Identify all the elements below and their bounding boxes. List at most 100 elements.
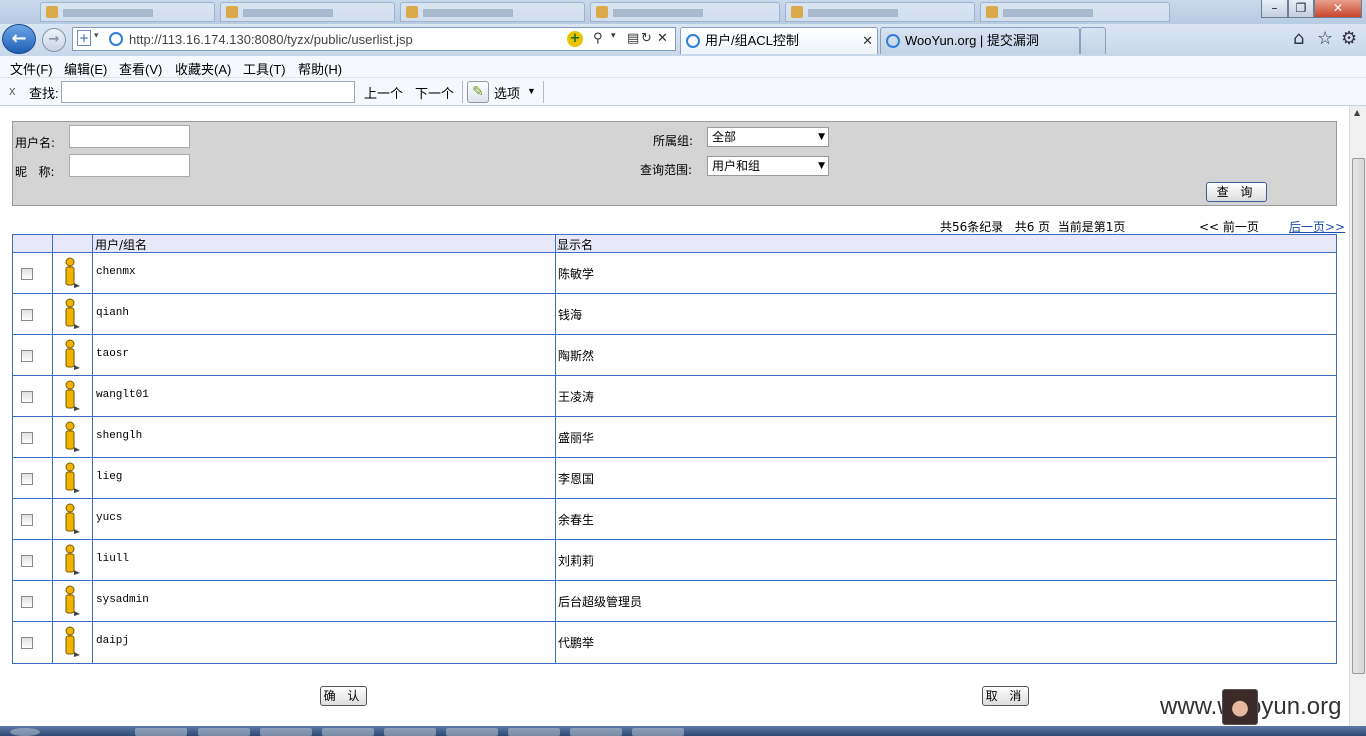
new-tab-button[interactable] (1080, 27, 1106, 54)
gear-icon[interactable]: ⚙ (1341, 28, 1357, 49)
user-table: 用户/组名 显示名 chenmx 陈敏学 qianh 钱海 taosr 陶斯然 wanglt… (12, 234, 1337, 664)
scroll-up-icon[interactable]: ▲ (1354, 108, 1360, 117)
chevron-down-icon: ▼ (818, 161, 825, 171)
group-select[interactable]: 全部 ▼ (707, 127, 829, 147)
scope-label: 查询范围: (640, 163, 693, 177)
favorites-star-icon[interactable]: ☆ (1317, 28, 1333, 49)
menu-tools[interactable]: 工具(T) (243, 59, 286, 78)
blurred-label (613, 9, 703, 17)
highlight-pencil-icon[interactable]: ✎ (467, 81, 489, 103)
background-window-tab[interactable] (400, 2, 585, 22)
tab-wooyun[interactable]: WooYun.org | 提交漏洞 (880, 27, 1080, 54)
row-checkbox[interactable] (21, 432, 33, 444)
user-icon (65, 503, 80, 534)
chevron-down-icon[interactable]: ▼ (527, 86, 536, 96)
maximize-button[interactable]: ❐ (1288, 0, 1314, 18)
compat-view-icon[interactable]: + (77, 30, 91, 46)
forward-button[interactable]: → (42, 28, 66, 52)
find-previous-button[interactable]: 上一个 (364, 83, 403, 102)
refresh-icon[interactable]: ↻ (641, 31, 652, 46)
column-header-display: 显示名 (557, 238, 594, 252)
blurred-label (243, 9, 333, 17)
scrollbar-thumb[interactable] (1352, 158, 1365, 674)
vertical-scrollbar[interactable]: ▲ (1349, 106, 1366, 726)
back-button[interactable]: ← (2, 24, 36, 54)
taskbar-item[interactable] (198, 728, 250, 736)
taskbar-item[interactable] (570, 728, 622, 736)
find-next-button[interactable]: 下一个 (415, 83, 454, 102)
previous-page-link[interactable]: << 前一页 (1199, 218, 1259, 235)
table-row: qianh 钱海 (13, 294, 1336, 335)
row-checkbox[interactable] (21, 350, 33, 362)
close-find-icon[interactable]: x (9, 83, 16, 98)
row-checkbox[interactable] (21, 555, 33, 567)
background-window-tab[interactable] (980, 2, 1170, 22)
tab-acl-control[interactable]: 用户/组ACL控制 ✕ (680, 27, 878, 54)
row-checkbox[interactable] (21, 596, 33, 608)
display-name: 陈敏学 (558, 267, 595, 281)
arrow-left-icon: ← (11, 28, 27, 49)
page-icon (406, 6, 418, 18)
url-text[interactable]: http://113.16.174.130:8080/tyzx/public/u… (129, 32, 413, 47)
home-icon[interactable]: ⌂ (1293, 28, 1304, 49)
ie-page-icon (109, 32, 123, 46)
taskbar-item[interactable] (384, 728, 436, 736)
menu-favorites[interactable]: 收藏夹(A) (175, 59, 231, 78)
row-checkbox[interactable] (21, 473, 33, 485)
row-checkbox[interactable] (21, 268, 33, 280)
table-row: lieg 李恩国 (13, 458, 1336, 499)
url-box[interactable]: + ▾ http://113.16.174.130:8080/tyzx/publ… (72, 27, 676, 51)
table-row: taosr 陶斯然 (13, 335, 1336, 376)
username-label: 用户名: (15, 136, 56, 150)
background-window-tab[interactable] (220, 2, 395, 22)
taskbar-item[interactable] (322, 728, 374, 736)
taskbar-item[interactable] (260, 728, 312, 736)
table-row: daipj 代鹏举 (13, 622, 1336, 663)
chevron-down-icon[interactable]: ▾ (611, 31, 616, 41)
taskbar-item[interactable] (446, 728, 498, 736)
page-content: 用户名: 昵 称: 所属组: 全部 ▼ 查询范围: 用户和组 ▼ 查 询 共56… (0, 106, 1349, 726)
cancel-button[interactable]: 取 消 (982, 686, 1029, 706)
avatar (1222, 689, 1258, 725)
nickname-input[interactable] (69, 154, 190, 177)
close-tab-icon[interactable]: ✕ (862, 28, 873, 54)
menu-view[interactable]: 查看(V) (119, 59, 162, 78)
user-name: yucs (96, 512, 123, 524)
divider (462, 81, 463, 103)
username-input[interactable] (69, 125, 190, 148)
next-page-link[interactable]: 后一页>> (1289, 218, 1345, 235)
taskbar-item[interactable] (135, 728, 187, 736)
menu-file[interactable]: 文件(F) (10, 59, 53, 78)
chevron-down-icon[interactable]: ▾ (94, 31, 99, 41)
find-options-button[interactable]: 选项 (494, 83, 520, 102)
scope-select[interactable]: 用户和组 ▼ (707, 156, 829, 176)
close-window-button[interactable]: ✕ (1314, 0, 1362, 18)
background-window-tab[interactable] (40, 2, 215, 22)
table-row: yucs 余春生 (13, 499, 1336, 540)
user-icon (65, 626, 80, 657)
background-window-tab[interactable] (590, 2, 780, 22)
background-window-tab[interactable] (785, 2, 975, 22)
confirm-button[interactable]: 确 认 (320, 686, 367, 706)
menu-edit[interactable]: 编辑(E) (64, 59, 107, 78)
search-icon[interactable]: ⚲ (593, 31, 603, 46)
taskbar-item[interactable] (508, 728, 560, 736)
add-icon[interactable]: + (567, 31, 583, 47)
taskbar-item[interactable] (632, 728, 684, 736)
minimize-button[interactable]: – (1261, 0, 1288, 18)
row-checkbox[interactable] (21, 391, 33, 403)
row-checkbox[interactable] (21, 309, 33, 321)
user-icon (65, 544, 80, 575)
query-button[interactable]: 查 询 (1206, 182, 1267, 202)
browser-title-strip: – ❐ ✕ (0, 0, 1366, 24)
find-input[interactable] (61, 81, 355, 103)
row-checkbox[interactable] (21, 637, 33, 649)
compat-icon[interactable]: ▤ (627, 31, 639, 46)
user-icon (65, 298, 80, 329)
row-checkbox[interactable] (21, 514, 33, 526)
page-icon (226, 6, 238, 18)
menu-help[interactable]: 帮助(H) (298, 59, 342, 78)
start-button[interactable] (10, 728, 40, 736)
blurred-label (808, 9, 898, 17)
stop-icon[interactable]: ✕ (657, 31, 668, 46)
